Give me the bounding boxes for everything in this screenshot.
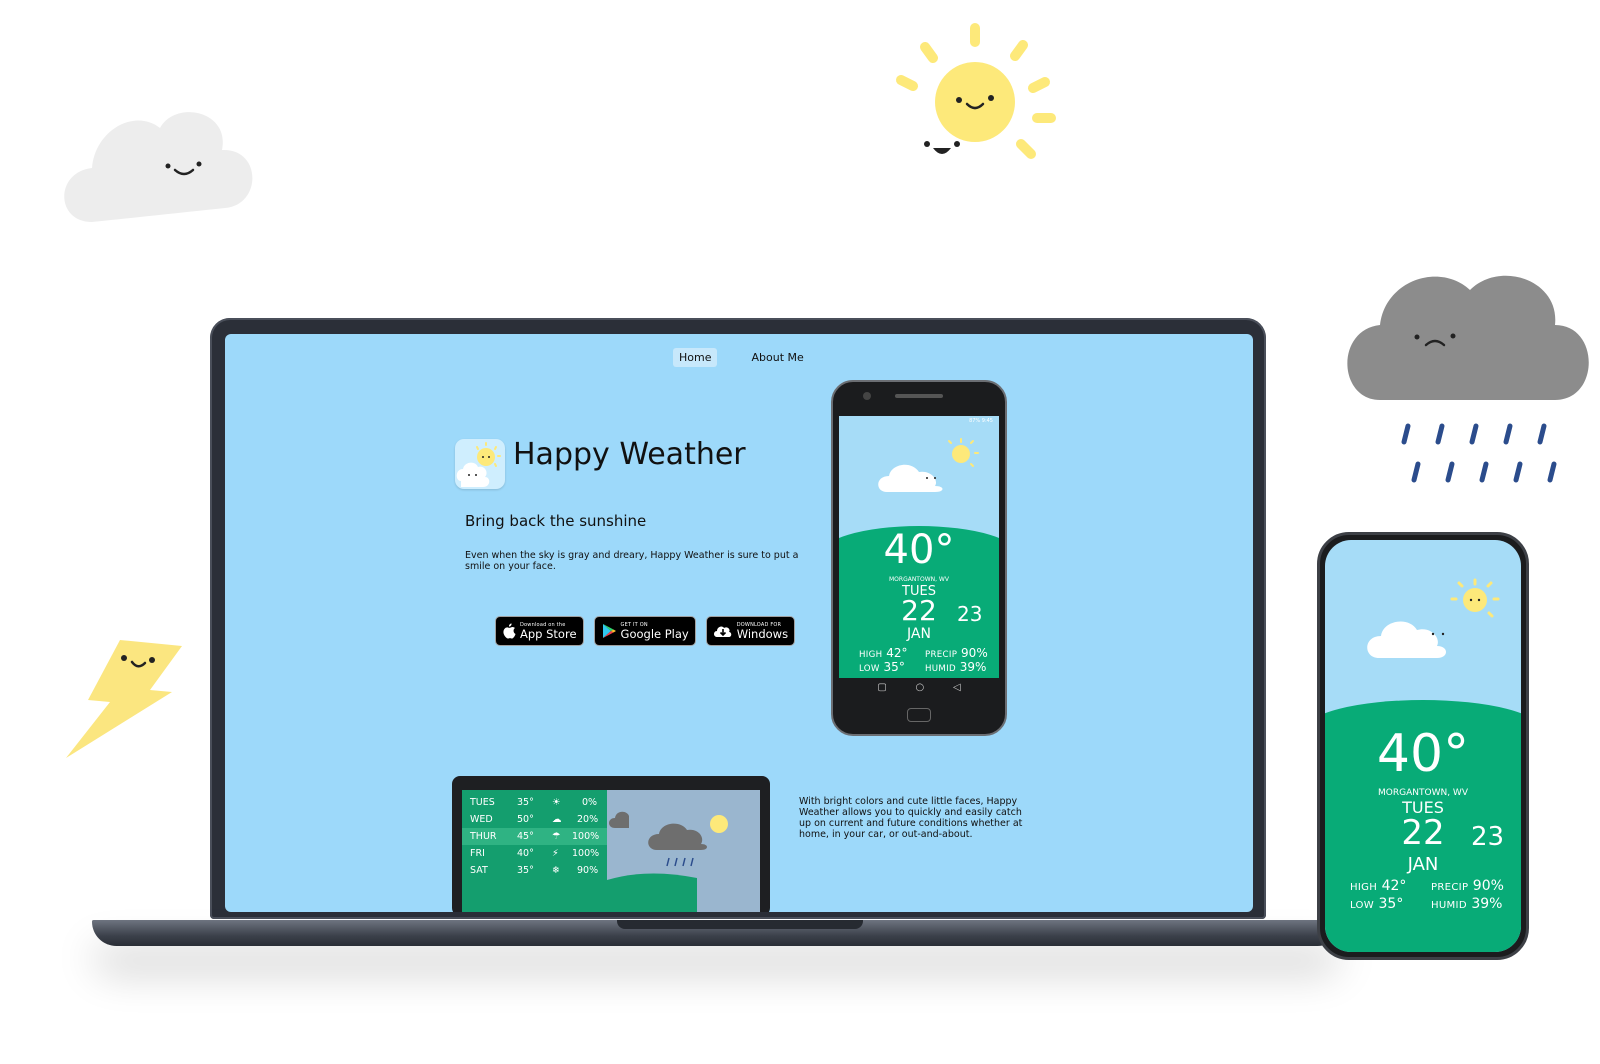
storm-icon: ⚡ xyxy=(552,848,559,859)
precip-stat: PRECIP 90% xyxy=(925,646,988,660)
next-date: 23 xyxy=(957,602,983,626)
feature-text: With bright colors and cute little faces… xyxy=(799,796,1023,840)
rain-cloud-icon: ☂ xyxy=(552,831,561,842)
location: MORGANTOWN, WV xyxy=(889,576,949,583)
month: JAN xyxy=(1407,854,1439,875)
happy-cloud-icon xyxy=(64,112,253,222)
intro-text: Even when the sky is gray and dreary, Ha… xyxy=(465,550,799,572)
recents-icon[interactable]: ▢ xyxy=(877,682,886,693)
home-icon[interactable]: ○ xyxy=(916,682,925,693)
laptop-screen: Home About Me Happy Weather Bring back t… xyxy=(225,334,1253,912)
high-stat: HIGH 42° xyxy=(859,646,908,660)
current-temperature: 40° xyxy=(1376,724,1470,784)
cloud-download-icon xyxy=(713,626,731,637)
nav-home-link[interactable]: Home xyxy=(673,348,718,367)
laptop-phone-mockup: 87% 9:45 40° MORGANTOWN, WV TUES 22 23 J… xyxy=(831,380,1007,736)
snow-icon: ❄ xyxy=(552,865,560,876)
nav-bar: Home About Me xyxy=(673,348,810,367)
google-play-icon xyxy=(602,624,616,638)
laptop-phone-screen: 87% 9:45 40° MORGANTOWN, WV TUES 22 23 J… xyxy=(839,416,999,678)
forecast-row: FRI 40° ⚡ 100% xyxy=(470,848,600,859)
tagline: Bring back the sunshine xyxy=(465,512,647,530)
apple-icon xyxy=(503,623,516,639)
camera-icon xyxy=(863,392,871,400)
fingerprint-sensor xyxy=(907,708,931,722)
app-title: Happy Weather xyxy=(513,437,746,472)
location: MORGANTOWN, WV xyxy=(1378,788,1468,798)
back-icon[interactable]: ◁ xyxy=(953,682,961,693)
humid-stat: HUMID 39% xyxy=(925,660,987,674)
low-stat: LOW 35° xyxy=(1350,896,1404,912)
app-store-label: App Store xyxy=(520,627,577,641)
google-play-label: Google Play xyxy=(620,627,689,641)
android-nav-bar: ▢ ○ ◁ xyxy=(833,682,1005,693)
high-stat: HIGH 42° xyxy=(1350,878,1407,894)
app-logo xyxy=(455,439,505,489)
low-stat: LOW 35° xyxy=(859,660,905,674)
phone-mockup: 40° MORGANTOWN, WV TUES 22 23 JAN HIGH 4… xyxy=(1317,532,1529,960)
forecast-row: TUES 35° ☀ 0% xyxy=(470,797,598,808)
windows-label: Windows xyxy=(736,627,789,641)
laptop-notch xyxy=(617,920,863,929)
store-buttons: Download on the App Store GET IT ON Goog… xyxy=(495,616,796,646)
humid-stat: HUMID 39% xyxy=(1431,896,1503,912)
precip-stat: PRECIP 90% xyxy=(1431,878,1504,894)
windows-download-button[interactable]: DOWNLOAD FOR Windows xyxy=(705,616,796,646)
phone-screen: 40° MORGANTOWN, WV TUES 22 23 JAN HIGH 4… xyxy=(1325,540,1521,952)
current-temperature: 40° xyxy=(883,527,955,573)
month: JAN xyxy=(907,626,931,642)
forecast-row: SAT 35° ❄ 90% xyxy=(470,865,599,876)
sun-cloud-icon xyxy=(1367,578,1500,658)
sun-cloud-icon xyxy=(878,438,979,492)
forecast-row: WED 50° ☁ 20% xyxy=(470,814,599,825)
happy-sun-icon xyxy=(896,23,1056,159)
forecast-row: THUR 45° ☂ 100% xyxy=(462,828,607,845)
speaker-grille xyxy=(895,394,943,398)
sun-icon: ☀ xyxy=(552,797,561,808)
tablet-screen: TUES 35° ☀ 0% WED 50° ☁ 20% THUR 45° ☂ 100% FR… xyxy=(462,790,760,912)
google-play-button[interactable]: GET IT ON Google Play xyxy=(593,616,696,646)
rain-cloud-icon xyxy=(607,811,728,912)
app-store-button[interactable]: Download on the App Store xyxy=(495,616,584,646)
cloud-icon: ☁ xyxy=(552,814,562,825)
happy-lightning-icon xyxy=(66,640,182,758)
next-date: 23 xyxy=(1471,822,1505,852)
tablet-mockup: TUES 35° ☀ 0% WED 50° ☁ 20% THUR 45° ☂ 100% FR… xyxy=(452,776,770,912)
nav-about-link[interactable]: About Me xyxy=(745,348,809,367)
forecast-list: TUES 35° ☀ 0% WED 50° ☁ 20% THUR 45° ☂ 100% FR… xyxy=(462,790,607,912)
sad-rain-cloud-icon xyxy=(1347,275,1589,483)
logo-sun-cloud-icon xyxy=(456,442,501,487)
